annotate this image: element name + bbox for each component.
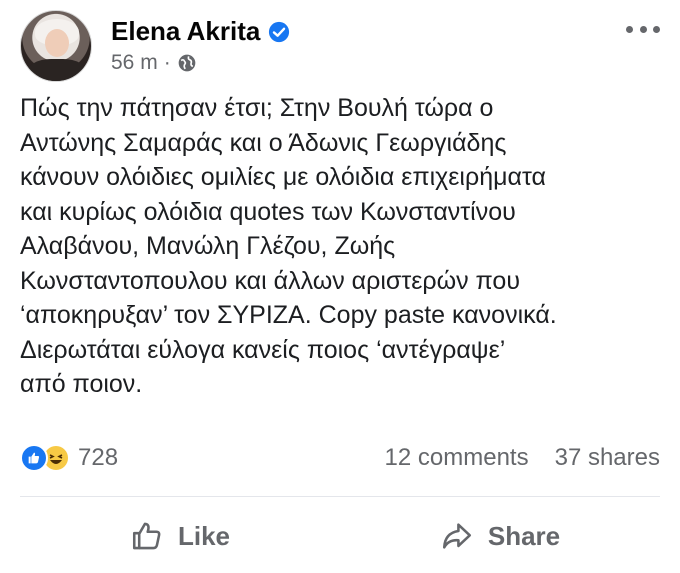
author-name[interactable]: Elena Akrita	[111, 16, 260, 47]
thumbs-up-icon	[132, 522, 161, 550]
post-timestamp[interactable]: 56 m	[111, 51, 158, 75]
post-text-line: Αλαβάνου, Μανώλη Γλέζου, Ζωής	[20, 232, 396, 260]
meta-separator: ·	[163, 51, 171, 74]
author-row: Elena Akrita	[111, 16, 290, 47]
share-arrow-icon	[442, 523, 471, 549]
reactions-summary[interactable]: 728	[20, 444, 118, 472]
like-button-label: Like	[177, 520, 231, 551]
reactions-count: 728	[78, 444, 119, 471]
post-text: Πώς την πάτησαν έτσι; Στην Βουλή τώρα ο …	[20, 91, 664, 402]
like-button[interactable]: Like	[20, 505, 340, 567]
post-text-line: ‘αποκηρυξαν’ τον ΣΥΡΙΖΑ. Copy paste κανο…	[20, 301, 557, 329]
verified-badge-icon	[269, 21, 290, 42]
engagement-counts: 12 comments 37 shares	[385, 444, 660, 472]
post-text-line: Διερωτάται εύλογα κανείς ποιος ‘αντέγραψ…	[20, 335, 506, 364]
shares-count-link[interactable]: 37 shares	[555, 444, 660, 472]
post-text-line: από ποιον.	[20, 370, 143, 398]
action-divider	[20, 496, 660, 497]
post-stats: 728 12 comments 37 shares	[20, 444, 660, 478]
post-text-line: Αντώνης Σαμαράς και ο Άδωνις Γεωργιάδης	[20, 128, 507, 157]
post-actions: Like Share	[20, 505, 660, 567]
comments-count-link[interactable]: 12 comments	[385, 444, 529, 472]
share-button[interactable]: Share	[340, 505, 660, 567]
share-button-label: Share	[487, 520, 561, 551]
more-options-icon[interactable]	[626, 20, 660, 38]
post-text-line: Κωνσταντοπουλου και άλλων αριστερών που	[20, 266, 520, 295]
post-text-line: Πώς την πάτησαν έτσι; Στην Βουλή τώρα ο	[20, 94, 494, 122]
like-reaction-icon	[20, 444, 48, 472]
post-text-line: και κυρίως ολόιδια quotes των Κωνσταντίν…	[20, 197, 516, 226]
globe-icon[interactable]	[177, 53, 197, 73]
author-avatar[interactable]	[20, 10, 92, 82]
post-meta: 56 m ·	[111, 51, 197, 75]
post-header: Elena Akrita 56 m ·	[20, 8, 660, 86]
post-text-line: κάνουν ολόιδιες ομιλίες με ολόιδια επιχε…	[20, 163, 546, 191]
